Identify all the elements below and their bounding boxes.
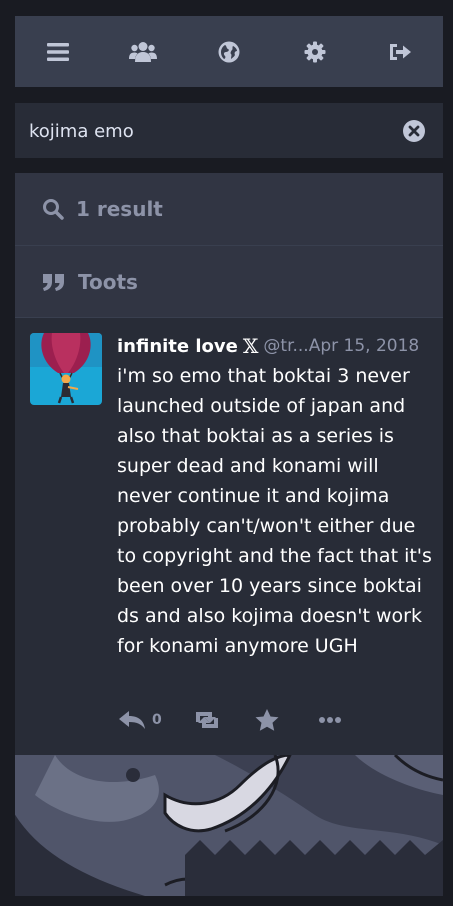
ellipsis-icon (318, 717, 341, 723)
users-icon (129, 41, 158, 62)
bars-icon (46, 42, 69, 61)
search-input[interactable] (29, 117, 389, 145)
toots-section-label: Toots (78, 269, 138, 294)
account-handle[interactable]: @tr... (263, 336, 308, 356)
reply-icon (119, 711, 145, 729)
local-timeline-button[interactable] (118, 16, 168, 87)
gear-icon (304, 41, 326, 62)
federated-timeline-button[interactable] (204, 16, 254, 87)
status-header: infinite love 𝕏 @tr... Apr 15, 2018 (117, 332, 433, 360)
star-icon (255, 709, 279, 731)
times-circle-icon (403, 120, 425, 142)
sign-out-icon (390, 43, 412, 60)
search-bar (15, 103, 443, 158)
avatar[interactable] (30, 333, 102, 405)
search-results: 1 result Toots infinite love 𝕏 @tr... Ap… (15, 173, 443, 896)
boost-button[interactable] (192, 709, 222, 731)
toots-section-header: Toots (15, 245, 443, 317)
favourite-button[interactable] (254, 708, 280, 732)
preferences-button[interactable] (290, 16, 340, 87)
search-icon (42, 198, 64, 220)
logout-button[interactable] (375, 16, 425, 87)
results-count-label: 1 result (76, 197, 163, 221)
more-options-button[interactable] (318, 715, 342, 725)
clear-search-button[interactable] (403, 120, 425, 142)
mascot-illustration (15, 755, 443, 896)
globe-icon (218, 41, 240, 62)
x-badge-icon: 𝕏 (242, 334, 259, 358)
display-name[interactable]: infinite love (117, 336, 238, 357)
quote-icon (42, 272, 66, 292)
menu-button[interactable] (33, 16, 83, 87)
drawer-header (15, 16, 443, 87)
status-timestamp[interactable]: Apr 15, 2018 (309, 336, 420, 356)
status-content: i'm so emo that boktai 3 never launched … (117, 365, 432, 657)
reply-count: 0 (152, 712, 162, 728)
status-action-bar: 0 (117, 705, 357, 735)
reply-button[interactable]: 0 (117, 709, 162, 731)
status-card[interactable]: infinite love 𝕏 @tr... Apr 15, 2018 i'm … (15, 317, 443, 755)
retweet-icon (195, 712, 218, 728)
results-count-header: 1 result (15, 173, 443, 245)
